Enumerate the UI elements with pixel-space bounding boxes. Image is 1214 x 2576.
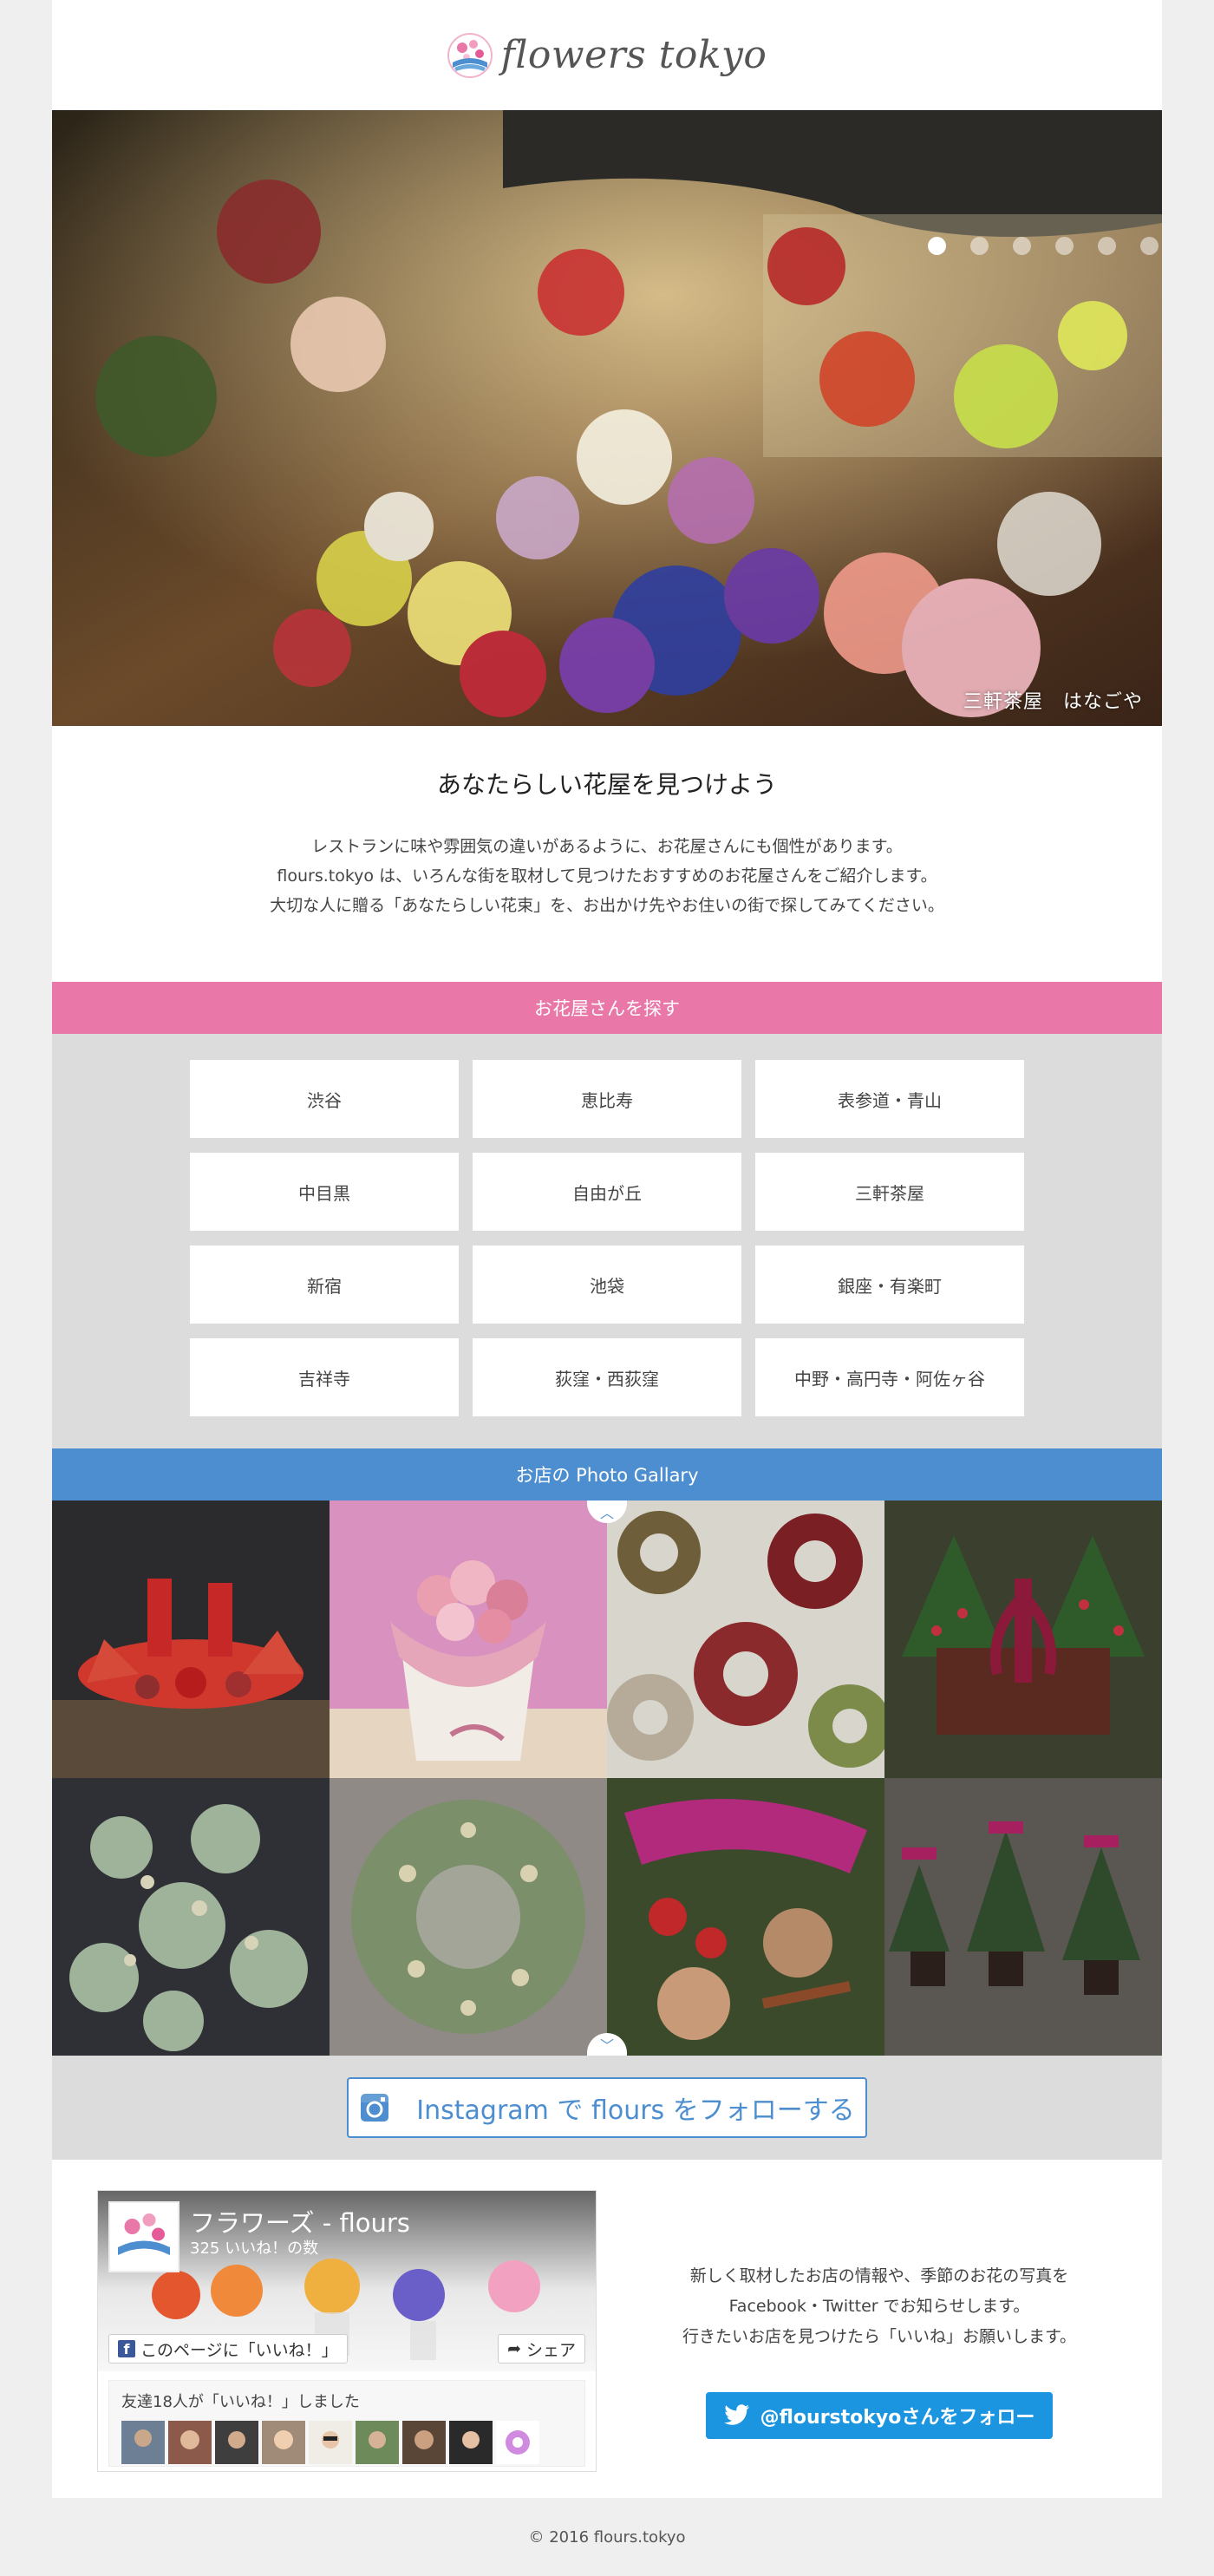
social-section: フラワーズ - flours 325 いいね！の数 f このページに「いいね！」… [52, 2160, 1162, 2498]
share-icon: ➦ [507, 2339, 521, 2358]
friend-avatar[interactable] [121, 2421, 165, 2464]
area-button[interactable]: 吉祥寺 [190, 1338, 459, 1416]
facebook-avatar[interactable] [108, 2201, 179, 2272]
facebook-friend-avatars [121, 2421, 572, 2464]
area-button[interactable]: 中野・高円寺・阿佐ヶ谷 [755, 1338, 1024, 1416]
friend-avatar[interactable] [356, 2421, 399, 2464]
photo-gallery: ︿ ﹀ [52, 1500, 1162, 2056]
area-button[interactable]: 新宿 [190, 1246, 459, 1324]
area-button[interactable]: 中目黒 [190, 1153, 459, 1231]
hero-caption[interactable]: 三軒茶屋 はなごや [963, 686, 1143, 714]
friend-avatar[interactable] [309, 2421, 352, 2464]
gallery-photo[interactable] [884, 1500, 1162, 1778]
facebook-like-button[interactable]: f このページに「いいね！」 [108, 2334, 348, 2364]
instagram-section: Instagram で flours をフォローする [52, 2056, 1162, 2160]
facebook-friends-box: 友達18人が「いいね！」しました [108, 2380, 585, 2467]
gallery-photo[interactable] [607, 1778, 884, 2056]
friend-avatar[interactable] [449, 2421, 493, 2464]
site-title[interactable]: flowers tokyo [501, 33, 767, 77]
gallery-photo[interactable] [330, 1778, 607, 2056]
area-button[interactable]: 表参道・青山 [755, 1060, 1024, 1138]
friend-avatar[interactable] [496, 2421, 539, 2464]
facebook-like-count: 325 いいね！の数 [190, 2239, 319, 2258]
facebook-friends-text: 友達18人が「いいね！」しました [121, 2393, 360, 2411]
slider-dot[interactable] [970, 237, 989, 255]
facebook-share-button[interactable]: ➦ シェア [498, 2334, 585, 2364]
friend-avatar[interactable] [168, 2421, 212, 2464]
gallery-photo[interactable] [52, 1500, 330, 1778]
area-grid: 渋谷 恵比寿 表参道・青山 中目黒 自由が丘 三軒茶屋 新宿 池袋 銀座・有楽町… [190, 1060, 1024, 1416]
facebook-share-label: シェア [525, 2340, 576, 2360]
chevron-up-icon: ︿ [599, 1505, 614, 1521]
slider-dot[interactable] [1055, 237, 1074, 255]
site-footer: © 2016 flours.tokyo [0, 2498, 1214, 2576]
area-button[interactable]: 恵比寿 [473, 1060, 741, 1138]
intro-line: flours.tokyo は、いろんな街を取材して見つけたおすすめのお花屋さんを… [277, 866, 937, 886]
area-button[interactable]: 渋谷 [190, 1060, 459, 1138]
copyright-text: © 2016 flours.tokyo [528, 2527, 686, 2547]
area-button[interactable]: 自由が丘 [473, 1153, 741, 1231]
twitter-follow-button[interactable]: @flourstokyoさんをフォロー [706, 2392, 1053, 2439]
slider-dot[interactable] [1098, 237, 1116, 255]
hero-slider: 三軒茶屋 はなごや [52, 110, 1162, 726]
gallery-photo[interactable] [330, 1500, 607, 1778]
area-button[interactable]: 荻窪・西荻窪 [473, 1338, 741, 1416]
area-section-title: お花屋さんを探す [52, 982, 1162, 1034]
gallery-photo[interactable] [607, 1500, 884, 1778]
chevron-down-icon: ﹀ [599, 2037, 614, 2054]
hero-image [52, 110, 1162, 726]
slider-dot[interactable] [928, 237, 946, 255]
facebook-cover: フラワーズ - flours 325 いいね！の数 f このページに「いいね！」… [98, 2191, 596, 2371]
instagram-follow-button[interactable]: Instagram で flours をフォローする [347, 2077, 867, 2138]
friend-avatar[interactable] [402, 2421, 446, 2464]
facebook-like-label: このページに「いいね！」 [140, 2340, 338, 2360]
instagram-follow-label: Instagram で flours をフォローする [416, 2095, 855, 2126]
gallery-photo[interactable] [52, 1778, 330, 2056]
site-header: flowers tokyo [52, 0, 1162, 110]
intro-heading: あなたらしい花屋を見つけよう [436, 770, 777, 799]
follow-column: 新しく取材したお店の情報や、季節のお花の写真を Facebook・Twitter… [597, 2190, 1162, 2498]
friend-avatar[interactable] [262, 2421, 305, 2464]
logo-icon[interactable] [447, 32, 493, 78]
facebook-icon: f [118, 2340, 135, 2357]
gallery-section-title: お店の Photo Gallary [52, 1448, 1162, 1500]
facebook-page-widget: フラワーズ - flours 325 いいね！の数 f このページに「いいね！」… [97, 2190, 597, 2472]
gallery-photo[interactable] [884, 1778, 1162, 2056]
follow-message: 新しく取材したお店の情報や、季節のお花の写真を Facebook・Twitter… [682, 2261, 1076, 2352]
area-section: 渋谷 恵比寿 表参道・青山 中目黒 自由が丘 三軒茶屋 新宿 池袋 銀座・有楽町… [52, 1034, 1162, 1448]
area-button[interactable]: 三軒茶屋 [755, 1153, 1024, 1231]
slider-dot[interactable] [1140, 237, 1159, 255]
intro-line: レストランに味や雰囲気の違いがあるように、お花屋さんにも個性があります。 [311, 837, 903, 856]
area-button[interactable]: 銀座・有楽町 [755, 1246, 1024, 1324]
page-container: flowers tokyo 三軒茶屋 はなごや あなたらしい花屋を見つけよう レ… [52, 0, 1162, 2498]
follow-line: Facebook・Twitter でお知らせします。 [728, 2297, 1030, 2316]
follow-line: 行きたいお店を見つけたら「いいね」お願いします。 [682, 2327, 1077, 2346]
intro-line: 大切な人に贈る「あなたらしい花束」を、お出かけ先やお住いの街で探してみてください… [270, 896, 944, 915]
area-button[interactable]: 池袋 [473, 1246, 741, 1324]
slider-dots [928, 237, 1162, 255]
intro-section: あなたらしい花屋を見つけよう レストランに味や雰囲気の違いがあるように、お花屋さ… [52, 726, 1162, 982]
friend-avatar[interactable] [215, 2421, 258, 2464]
twitter-icon [723, 2404, 749, 2425]
instagram-icon [361, 2094, 389, 2122]
follow-line: 新しく取材したお店の情報や、季節のお花の写真を [689, 2266, 1069, 2285]
slider-dot[interactable] [1013, 237, 1031, 255]
facebook-page-name[interactable]: フラワーズ - flours [190, 2203, 410, 2239]
twitter-follow-label: @flourstokyoさんをフォロー [760, 2407, 1035, 2429]
